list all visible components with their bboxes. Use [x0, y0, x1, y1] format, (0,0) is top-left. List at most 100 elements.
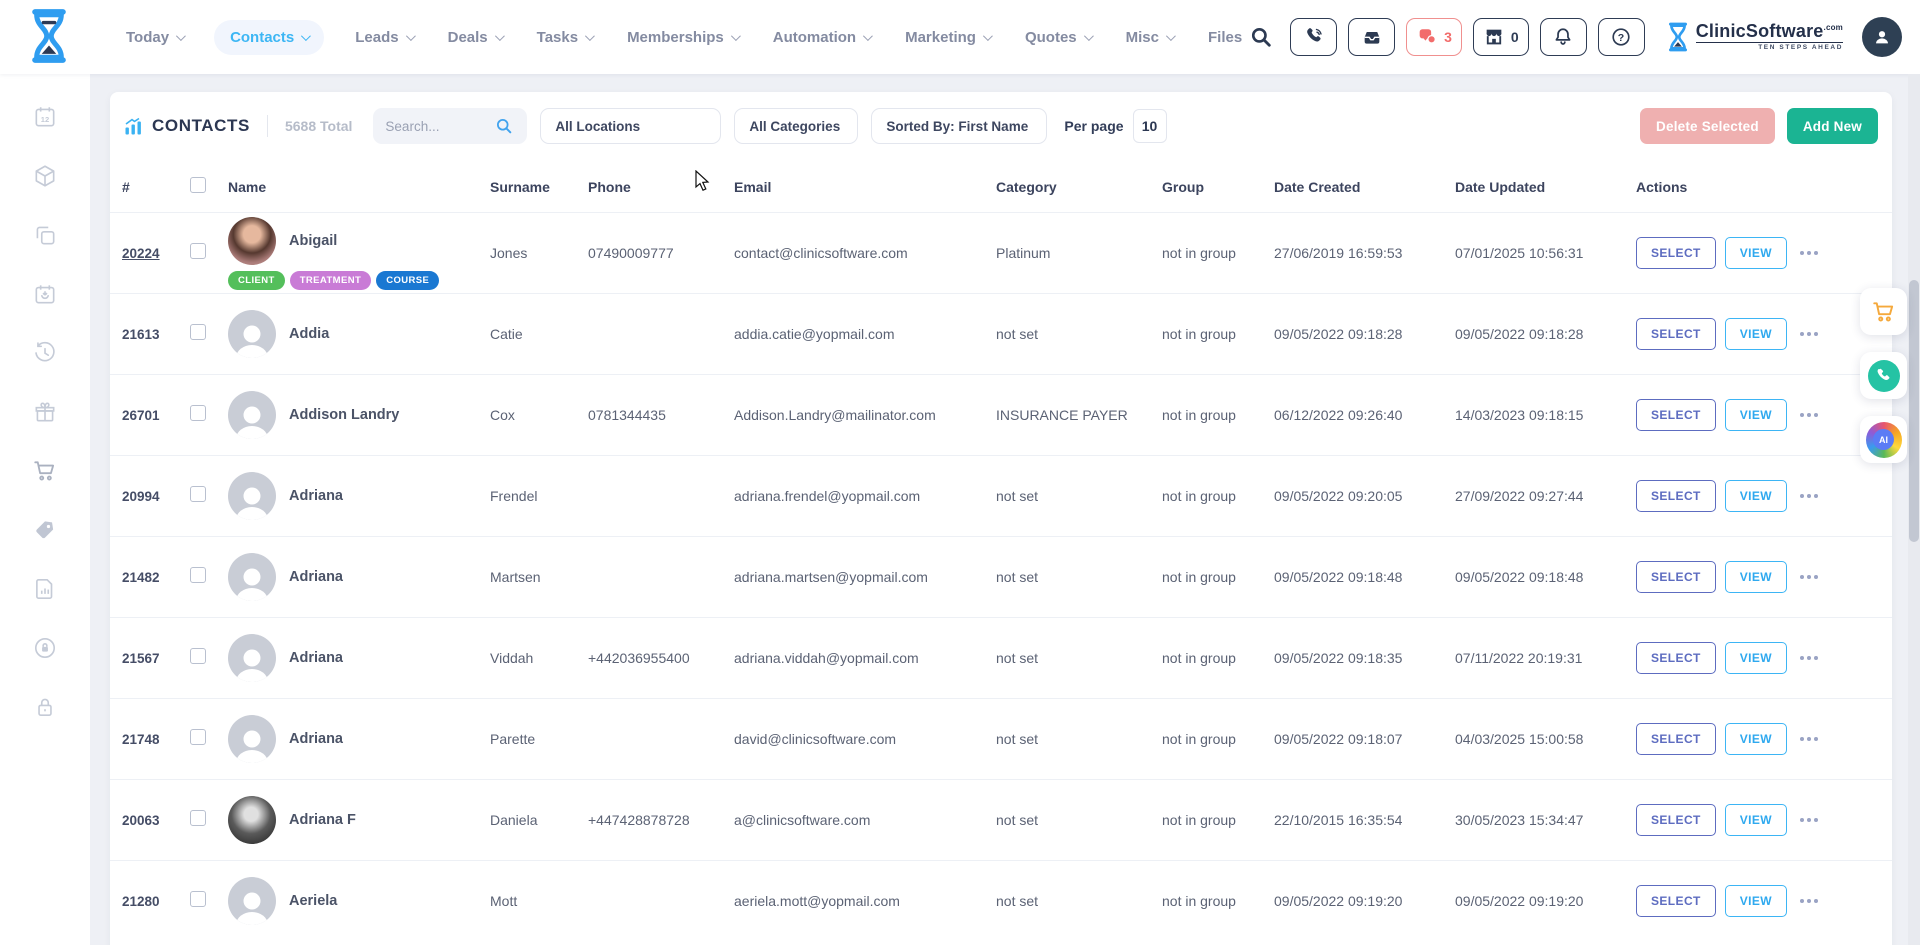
app-logo-icon[interactable] — [26, 8, 72, 69]
nav-item-marketing[interactable]: Marketing — [901, 20, 994, 55]
account-lock-icon[interactable] — [32, 635, 58, 661]
help-button[interactable]: ? — [1598, 18, 1645, 56]
more-actions-button[interactable] — [1796, 652, 1822, 664]
view-button[interactable]: VIEW — [1725, 642, 1787, 674]
scrollbar-track[interactable] — [1908, 74, 1920, 945]
categories-filter[interactable]: All Categories — [734, 108, 858, 144]
view-button[interactable]: VIEW — [1725, 561, 1787, 593]
select-all-checkbox[interactable] — [190, 177, 206, 193]
user-menu-button[interactable] — [1862, 17, 1902, 57]
nav-item-leads[interactable]: Leads — [351, 20, 416, 55]
more-actions-button[interactable] — [1796, 571, 1822, 583]
row-checkbox[interactable] — [190, 729, 206, 745]
row-checkbox[interactable] — [190, 243, 206, 259]
select-button[interactable]: SELECT — [1636, 480, 1716, 512]
cart-float-button[interactable] — [1860, 288, 1907, 335]
view-button[interactable]: VIEW — [1725, 804, 1787, 836]
store-button[interactable]: 0 — [1473, 18, 1529, 56]
delete-selected-button[interactable]: Delete Selected — [1640, 108, 1775, 144]
lock-icon[interactable] — [32, 694, 58, 720]
select-button[interactable]: SELECT — [1636, 885, 1716, 917]
select-button[interactable]: SELECT — [1636, 723, 1716, 755]
search-icon[interactable] — [1249, 25, 1273, 49]
gift-icon[interactable] — [32, 399, 58, 425]
copy-icon[interactable] — [32, 222, 58, 248]
view-button[interactable]: VIEW — [1725, 399, 1787, 431]
row-checkbox[interactable] — [190, 891, 206, 907]
contact-id-link[interactable]: 21567 — [122, 651, 190, 666]
row-checkbox[interactable] — [190, 324, 206, 340]
chat-notifications-button[interactable]: 3 — [1406, 18, 1462, 56]
contact-name[interactable]: Abigail — [289, 233, 337, 249]
more-actions-button[interactable] — [1796, 328, 1822, 340]
contact-id-link[interactable]: 21482 — [122, 570, 190, 585]
inbox-button[interactable] — [1348, 18, 1395, 56]
contact-id-link[interactable]: 21280 — [122, 894, 190, 909]
ai-float-button[interactable]: AI — [1860, 416, 1907, 463]
select-button[interactable]: SELECT — [1636, 399, 1716, 431]
contact-id-link[interactable]: 20063 — [122, 813, 190, 828]
whatsapp-float-button[interactable] — [1860, 352, 1907, 399]
brand-logo[interactable]: ClinicSoftware.com TEN STEPS AHEAD — [1666, 21, 1843, 53]
scrollbar-thumb[interactable] — [1909, 280, 1919, 542]
contact-id-link[interactable]: 20994 — [122, 489, 190, 504]
more-actions-button[interactable] — [1796, 814, 1822, 826]
contact-name[interactable]: Adriana F — [289, 812, 356, 828]
select-button[interactable]: SELECT — [1636, 642, 1716, 674]
search-icon[interactable] — [495, 117, 513, 135]
more-actions-button[interactable] — [1796, 733, 1822, 745]
more-actions-button[interactable] — [1796, 895, 1822, 907]
row-checkbox[interactable] — [190, 567, 206, 583]
view-button[interactable]: VIEW — [1725, 318, 1787, 350]
notifications-button[interactable] — [1540, 18, 1587, 56]
contact-name[interactable]: Addia — [289, 326, 329, 342]
select-button[interactable]: SELECT — [1636, 237, 1716, 269]
contact-id-link[interactable]: 20224 — [122, 246, 190, 261]
phone-button[interactable] — [1290, 18, 1337, 56]
cart-icon[interactable] — [32, 458, 58, 484]
contact-id-link[interactable]: 26701 — [122, 408, 190, 423]
select-button[interactable]: SELECT — [1636, 318, 1716, 350]
contact-name[interactable]: Adriana — [289, 731, 343, 747]
contact-id-link[interactable]: 21613 — [122, 327, 190, 342]
per-page-input[interactable] — [1133, 109, 1167, 143]
row-checkbox[interactable] — [190, 810, 206, 826]
contact-name[interactable]: Aeriela — [289, 893, 337, 909]
nav-item-quotes[interactable]: Quotes — [1021, 20, 1095, 55]
contact-name[interactable]: Addison Landry — [289, 407, 399, 423]
more-actions-button[interactable] — [1796, 409, 1822, 421]
nav-item-tasks[interactable]: Tasks — [533, 20, 596, 55]
nav-item-automation[interactable]: Automation — [769, 20, 874, 55]
nav-item-files[interactable]: Files — [1204, 20, 1246, 55]
search-input[interactable] — [385, 119, 495, 134]
view-button[interactable]: VIEW — [1725, 237, 1787, 269]
view-button[interactable]: VIEW — [1725, 885, 1787, 917]
sort-filter[interactable]: Sorted By: First Name — [871, 108, 1047, 144]
locations-filter[interactable]: All Locations — [540, 108, 721, 144]
more-actions-button[interactable] — [1796, 490, 1822, 502]
nav-item-deals[interactable]: Deals — [444, 20, 506, 55]
nav-item-today[interactable]: Today — [122, 20, 187, 55]
nav-item-contacts[interactable]: Contacts — [214, 20, 324, 55]
nav-item-memberships[interactable]: Memberships — [623, 20, 742, 55]
contact-name[interactable]: Adriana — [289, 488, 343, 504]
contact-id-link[interactable]: 21748 — [122, 732, 190, 747]
row-checkbox[interactable] — [190, 486, 206, 502]
select-button[interactable]: SELECT — [1636, 561, 1716, 593]
row-checkbox[interactable] — [190, 405, 206, 421]
more-actions-button[interactable] — [1796, 247, 1822, 259]
contact-name[interactable]: Adriana — [289, 650, 343, 666]
contact-name[interactable]: Adriana — [289, 569, 343, 585]
nav-item-misc[interactable]: Misc — [1122, 20, 1177, 55]
report-icon[interactable] — [32, 576, 58, 602]
calendar-icon[interactable]: 12 — [32, 104, 58, 130]
add-new-button[interactable]: Add New — [1787, 108, 1878, 144]
view-button[interactable]: VIEW — [1725, 723, 1787, 755]
package-icon[interactable] — [32, 163, 58, 189]
row-checkbox[interactable] — [190, 648, 206, 664]
view-button[interactable]: VIEW — [1725, 480, 1787, 512]
tag-icon[interactable] — [32, 517, 58, 543]
booking-calendar-icon[interactable] — [32, 281, 58, 307]
select-button[interactable]: SELECT — [1636, 804, 1716, 836]
history-icon[interactable] — [32, 340, 58, 366]
